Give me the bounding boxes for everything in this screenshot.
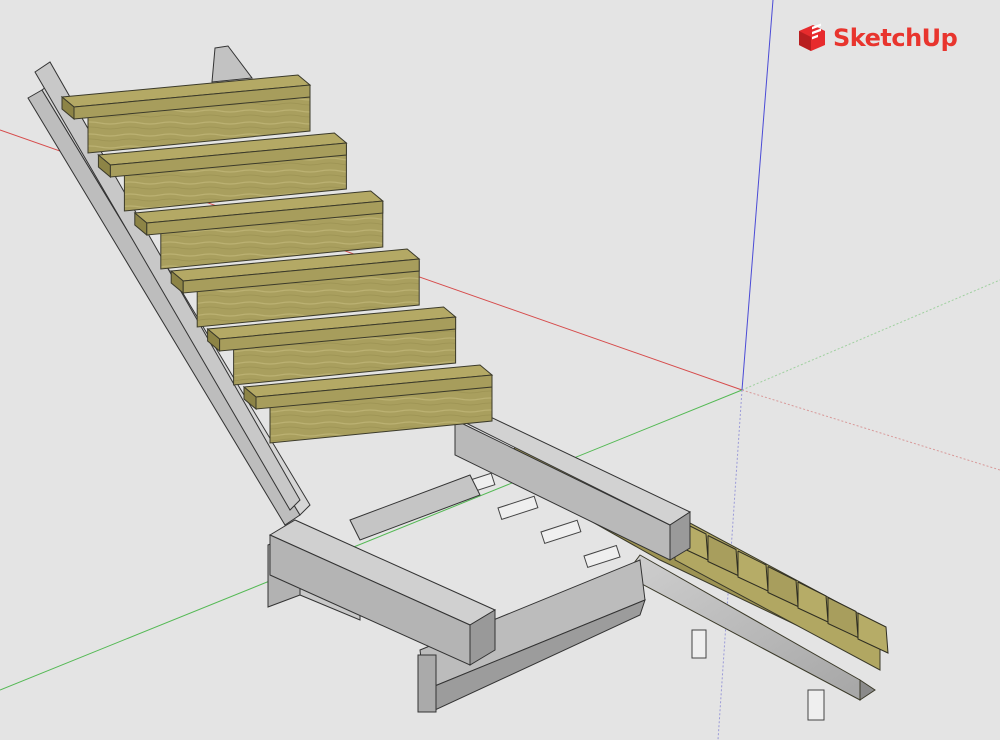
sketchup-logo-text: SketchUp <box>833 24 958 52</box>
footing-post <box>540 519 582 545</box>
model-canvas[interactable] <box>0 0 1000 740</box>
footing-post <box>583 544 621 569</box>
secondary-stair-steps <box>677 519 889 654</box>
sketchup-logo: SketchUp <box>795 23 958 53</box>
red-axis-dotted <box>741 389 1000 471</box>
sketchup-viewport[interactable]: SketchUp <box>0 0 1000 740</box>
sketchup-logo-icon <box>799 23 825 51</box>
footing-post <box>497 495 539 521</box>
footing-post <box>807 689 825 721</box>
blue-axis <box>741 0 774 391</box>
footing-post <box>691 629 707 659</box>
steel-base-frame[interactable] <box>267 411 692 713</box>
green-axis-dotted <box>741 279 1000 391</box>
